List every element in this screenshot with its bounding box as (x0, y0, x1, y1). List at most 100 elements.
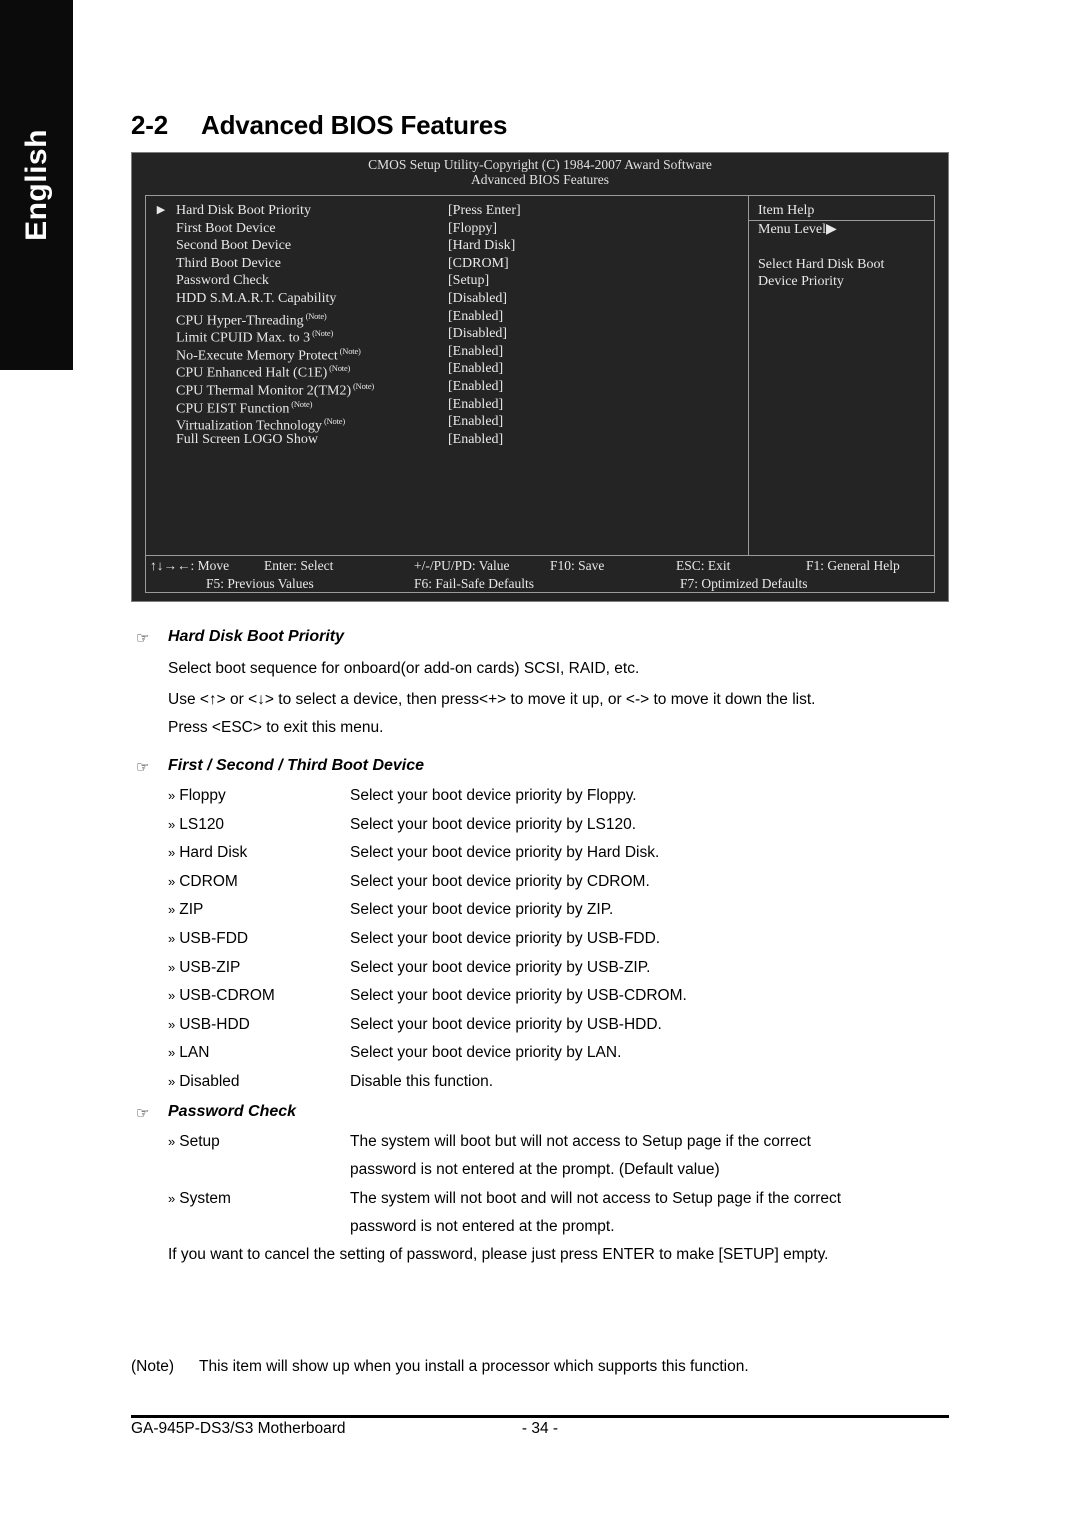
double-arrow-bullet-icon: » (168, 1045, 176, 1061)
option-term-text: USB-FDD (179, 930, 249, 947)
bios-menu-label-text: Hard Disk Boot Priority (176, 203, 311, 218)
bios-menu-row[interactable]: CPU Hyper-Threading (Note) [Enabled] (146, 308, 748, 329)
option-term-text: Floppy (179, 787, 226, 804)
double-arrow-bullet-icon: » (168, 873, 176, 889)
option-term: » System (168, 1190, 231, 1208)
row-arrow-spacer (146, 360, 176, 378)
note-superscript: (Note) (351, 380, 375, 391)
bios-menu-row[interactable]: ▶ Hard Disk Boot Priority [Press Enter] (146, 202, 748, 220)
option-term-text: USB-HDD (179, 1015, 250, 1033)
bios-menu-label: Full Screen LOGO Show (176, 431, 448, 449)
row-arrow-spacer (146, 220, 176, 238)
row-arrow-spacer (146, 308, 176, 326)
doc-paragraph: Press <ESC> to exit this menu. (168, 719, 384, 736)
key-hint-2: Enter: Select (264, 558, 334, 573)
double-arrow-bullet-icon: » (168, 1016, 176, 1032)
bios-menu-row[interactable]: Virtualization Technology (Note) [Enabled… (146, 413, 748, 434)
option-term-text: USB-CDROM (179, 987, 275, 1005)
bios-menu-value[interactable]: [Enabled] (448, 413, 748, 431)
bios-menu-row[interactable]: Second Boot Device [Hard Disk] (146, 237, 748, 255)
bios-menu-row[interactable]: CPU EIST Function (Note) [Enabled] (146, 396, 748, 417)
item-help-text-line-2: Device Priority (758, 274, 844, 290)
bios-menu-value[interactable]: [Enabled] (448, 378, 748, 396)
bios-page-title: Advanced BIOS Features (471, 172, 609, 188)
bios-key-legend: ↑↓→←: Move Enter: Select +/-/PU/PD: Value F… (145, 555, 935, 593)
double-arrow-bullet-icon: » (168, 816, 176, 832)
bios-menu-value[interactable]: [Press Enter] (448, 202, 748, 220)
password-check-closing-text: If you want to cancel the setting of pas… (168, 1246, 829, 1263)
bios-menu-row[interactable]: No-Execute Memory Protect (Note) [Enabled… (146, 343, 748, 364)
note-superscript: (Note) (322, 416, 345, 427)
language-tab-label: English (19, 129, 53, 241)
option-term: » LAN (168, 1044, 209, 1062)
double-arrow-bullet-icon: » (168, 959, 176, 975)
double-arrow-bullet-icon: » (168, 1134, 176, 1149)
doc-section-title-hard-disk-boot-priority: ☞ Hard Disk Boot Priority (136, 628, 344, 647)
row-arrow-spacer (146, 343, 176, 361)
option-description: Select your boot device priority by Flop… (350, 787, 637, 804)
key-hint-6: F1: General Help (806, 558, 900, 573)
section-number: 2-2 (131, 110, 168, 140)
double-arrow-bullet-icon: » (168, 988, 176, 1004)
bios-menu-label: No-Execute Memory Protect (Note) (176, 343, 448, 364)
item-help-title: Item Help (749, 202, 934, 221)
option-term-text: System (179, 1190, 231, 1207)
footnote: (Note) This item will show up when you in… (131, 1358, 749, 1376)
bios-menu-label-text: Password Check (176, 273, 269, 289)
bios-menu-row[interactable]: Full Screen LOGO Show [Enabled] (146, 431, 748, 449)
bios-menu-value[interactable]: [Enabled] (448, 360, 748, 378)
bios-menu-label: HDD S.M.A.R.T. Capability (176, 290, 448, 308)
row-arrow-spacer (146, 378, 176, 396)
menu-level-arrow-icon: ▶ (826, 221, 837, 237)
bios-menu-label-text: Second Boot Device (176, 238, 292, 254)
bios-menu-row[interactable]: Password Check [Setup] (146, 272, 748, 290)
bios-body: ▶ Hard Disk Boot Priority [Press Enter] Fir… (145, 195, 935, 556)
option-description: Select your boot device priority by ZIP. (350, 901, 614, 919)
bios-title-block: CMOS Setup Utility-Copyright (C) 1984-20… (132, 153, 948, 187)
bios-menu-value[interactable]: [Floppy] (448, 220, 748, 238)
bios-menu-label: Limit CPUID Max. to 3 (Note) (176, 325, 448, 346)
option-term: » Setup (168, 1133, 220, 1151)
option-term: » Hard Disk (168, 844, 247, 862)
bios-menu-value[interactable]: [Enabled] (448, 431, 748, 449)
bios-menu-label: Second Boot Device (176, 237, 448, 255)
bios-menu-value[interactable]: [Disabled] (448, 290, 748, 308)
bios-menu-value[interactable]: [Enabled] (448, 308, 748, 326)
option-term-text: Hard Disk (179, 844, 248, 862)
bios-menu-row[interactable]: Limit CPUID Max. to 3 (Note) [Disabled] (146, 325, 748, 346)
bios-menu-label-text: HDD S.M.A.R.T. Capability (176, 290, 337, 306)
bios-menu-value[interactable]: [CDROM] (448, 255, 748, 273)
bios-menu-row[interactable]: CPU Thermal Monitor 2(TM2) (Note) [Enable… (146, 378, 748, 399)
option-term: » LS120 (168, 816, 224, 834)
note-superscript: (Note) (327, 363, 351, 374)
bios-menu-value[interactable]: [Setup] (448, 272, 748, 290)
note-superscript: (Note) (337, 345, 361, 356)
bios-menu-row[interactable]: First Boot Device [Floppy] (146, 220, 748, 238)
row-arrow-spacer (146, 237, 176, 255)
bios-menu-value[interactable]: [Enabled] (448, 343, 748, 361)
option-term-text: CDROM (179, 872, 238, 890)
option-term: » USB-ZIP (168, 959, 240, 977)
option-term-text: USB-ZIP (179, 958, 241, 976)
bios-menu-row[interactable]: HDD S.M.A.R.T. Capability [Disabled] (146, 290, 748, 308)
bios-menu-value[interactable]: [Disabled] (448, 325, 748, 343)
option-term: » USB-HDD (168, 1016, 250, 1034)
option-description: Select your boot device priority by LAN. (350, 1044, 622, 1062)
bios-menu-value[interactable]: [Hard Disk] (448, 237, 748, 255)
option-term-text: Setup (179, 1133, 220, 1150)
footer-page-number: - 34 - (521, 1420, 559, 1437)
bios-menu-value[interactable]: [Enabled] (448, 396, 748, 414)
bios-menu-label: Hard Disk Boot Priority (176, 202, 448, 220)
bios-menu-row[interactable]: Third Boot Device [CDROM] (146, 255, 748, 273)
item-help-text-line-1: Select Hard Disk Boot (758, 256, 885, 272)
bios-menu-row[interactable]: CPU Enhanced Halt (C1E) (Note) [Enabled] (146, 360, 748, 381)
footnote-text: This item will show up when you install … (199, 1358, 749, 1375)
option-description: Select your boot device priority by Hard… (350, 844, 660, 862)
row-arrow-spacer (146, 325, 176, 343)
row-arrow-spacer (146, 255, 176, 273)
option-description: Select your boot device priority by USB-… (350, 987, 687, 1005)
pointing-hand-icon: ☞ (136, 759, 150, 776)
doc-paragraph: Use <↑> or <↓> to select a device, then … (168, 691, 816, 708)
option-term-text: Disabled (179, 1073, 240, 1090)
key-hint-1: F5: Previous Values (206, 575, 314, 591)
